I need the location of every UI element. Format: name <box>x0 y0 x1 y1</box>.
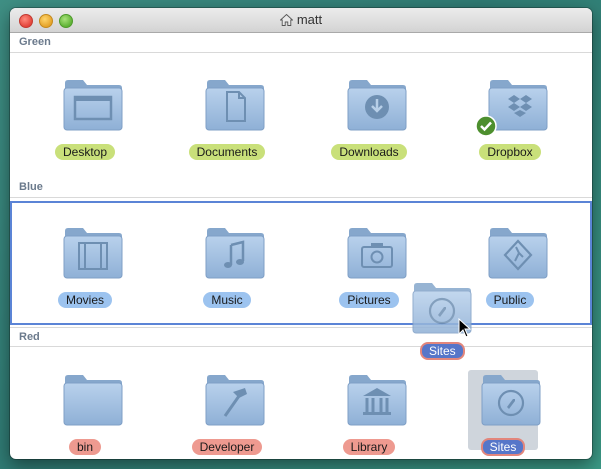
folder-developer[interactable]: Developer <box>167 372 287 459</box>
library-folder-icon <box>347 374 407 426</box>
group-header-red: Red <box>10 327 592 347</box>
dragging-label: Sites <box>420 342 465 360</box>
folder-sites[interactable]: Sites <box>443 372 563 459</box>
folder-label: Developer <box>191 439 263 455</box>
group-green: Desktop Documents Downloads Dropbox <box>10 54 592 178</box>
folder-label: Library <box>342 439 396 455</box>
folder-movies[interactable]: Movies <box>25 225 145 321</box>
folder-label: Dropbox <box>479 144 541 160</box>
folder-downloads[interactable]: Downloads <box>309 77 429 173</box>
public-folder-icon <box>488 227 548 279</box>
developer-folder-icon <box>205 374 265 426</box>
folder-label: Downloads <box>331 144 407 160</box>
folder-label: bin <box>68 439 101 455</box>
window-title: matt <box>10 12 592 27</box>
documents-folder-icon <box>205 79 265 131</box>
downloads-folder-icon <box>347 79 407 131</box>
folder-label: Desktop <box>54 144 116 160</box>
folder-dropbox[interactable]: Dropbox <box>450 77 570 173</box>
folder-label: Movies <box>57 292 112 308</box>
window-title-text: matt <box>296 12 323 27</box>
desktop-folder-icon <box>63 79 123 131</box>
pictures-folder-icon <box>347 227 407 279</box>
folder-label: Public <box>485 292 535 308</box>
folder-desktop[interactable]: Desktop <box>25 77 145 173</box>
group-red: bin Developer Library Sites <box>10 348 592 458</box>
folder-bin[interactable]: bin <box>25 372 145 459</box>
folder-documents[interactable]: Documents <box>167 77 287 173</box>
sites-folder-icon <box>481 374 541 426</box>
folder-label: Documents <box>188 144 266 160</box>
group-blue: Movies Music Pictures Public <box>10 201 592 325</box>
sync-check-icon <box>475 115 497 137</box>
title-bar[interactable]: matt <box>10 8 592 33</box>
music-folder-icon <box>205 227 265 279</box>
folder-label: Sites <box>480 438 526 456</box>
mouse-pointer-icon <box>458 318 472 338</box>
group-header-blue: Blue <box>10 178 592 198</box>
movies-folder-icon <box>63 227 123 279</box>
folder-label: Music <box>203 292 251 308</box>
finder-window: matt Green Desktop Documents Downloads D… <box>10 8 592 459</box>
folder-library[interactable]: Library <box>309 372 429 459</box>
folder-label: Pictures <box>339 292 399 308</box>
group-header-green: Green <box>10 33 592 53</box>
generic-folder-icon <box>63 374 123 426</box>
folder-music[interactable]: Music <box>167 225 287 321</box>
home-icon <box>279 13 294 26</box>
